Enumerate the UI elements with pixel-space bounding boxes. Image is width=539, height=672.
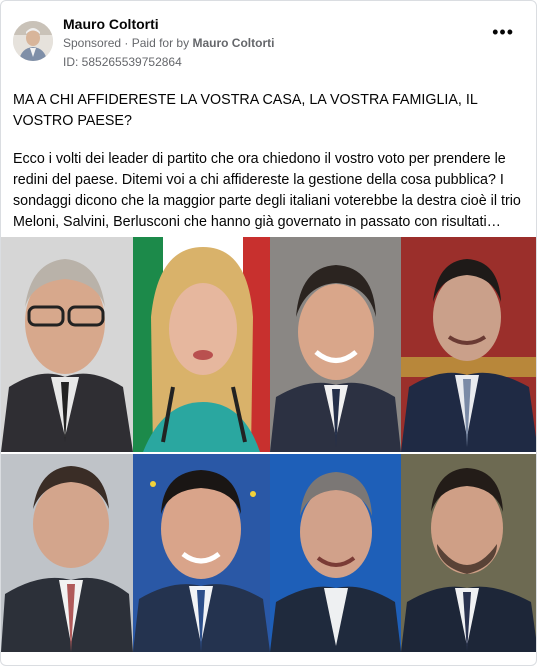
post-body: Ecco i volti dei leader di partito che o…: [13, 151, 521, 230]
author-avatar[interactable]: [13, 21, 53, 61]
photo-leader-8: [401, 454, 536, 652]
photo-leader-3: [270, 237, 401, 452]
photo-leader-6: [133, 454, 270, 652]
sponsored-label: Sponsored: [63, 36, 122, 50]
photo-leader-2: [133, 237, 270, 452]
post-headline: MA A CHI AFFIDERESTE LA VOSTRA CASA, LA …: [13, 92, 478, 129]
ad-post-card: Mauro Coltorti Sponsored · Paid for by M…: [0, 0, 537, 666]
post-photo-grid[interactable]: [1, 237, 536, 652]
ad-id: ID: 585265539752864: [63, 55, 182, 69]
more-horizontal-icon[interactable]: •••: [492, 23, 514, 41]
photo-leader-1: [1, 237, 133, 452]
photo-leader-4: [401, 237, 536, 452]
photo-leader-7: [270, 454, 401, 652]
separator-dot: ·: [124, 36, 132, 50]
paid-for-name[interactable]: Mauro Coltorti: [192, 36, 274, 50]
sponsored-line: Sponsored · Paid for by Mauro Coltorti: [63, 36, 274, 50]
paid-for-label: Paid for by: [131, 36, 190, 50]
author-name[interactable]: Mauro Coltorti: [63, 16, 159, 32]
post-header: Mauro Coltorti Sponsored · Paid for by M…: [13, 13, 524, 73]
photo-leader-5: [1, 454, 133, 652]
